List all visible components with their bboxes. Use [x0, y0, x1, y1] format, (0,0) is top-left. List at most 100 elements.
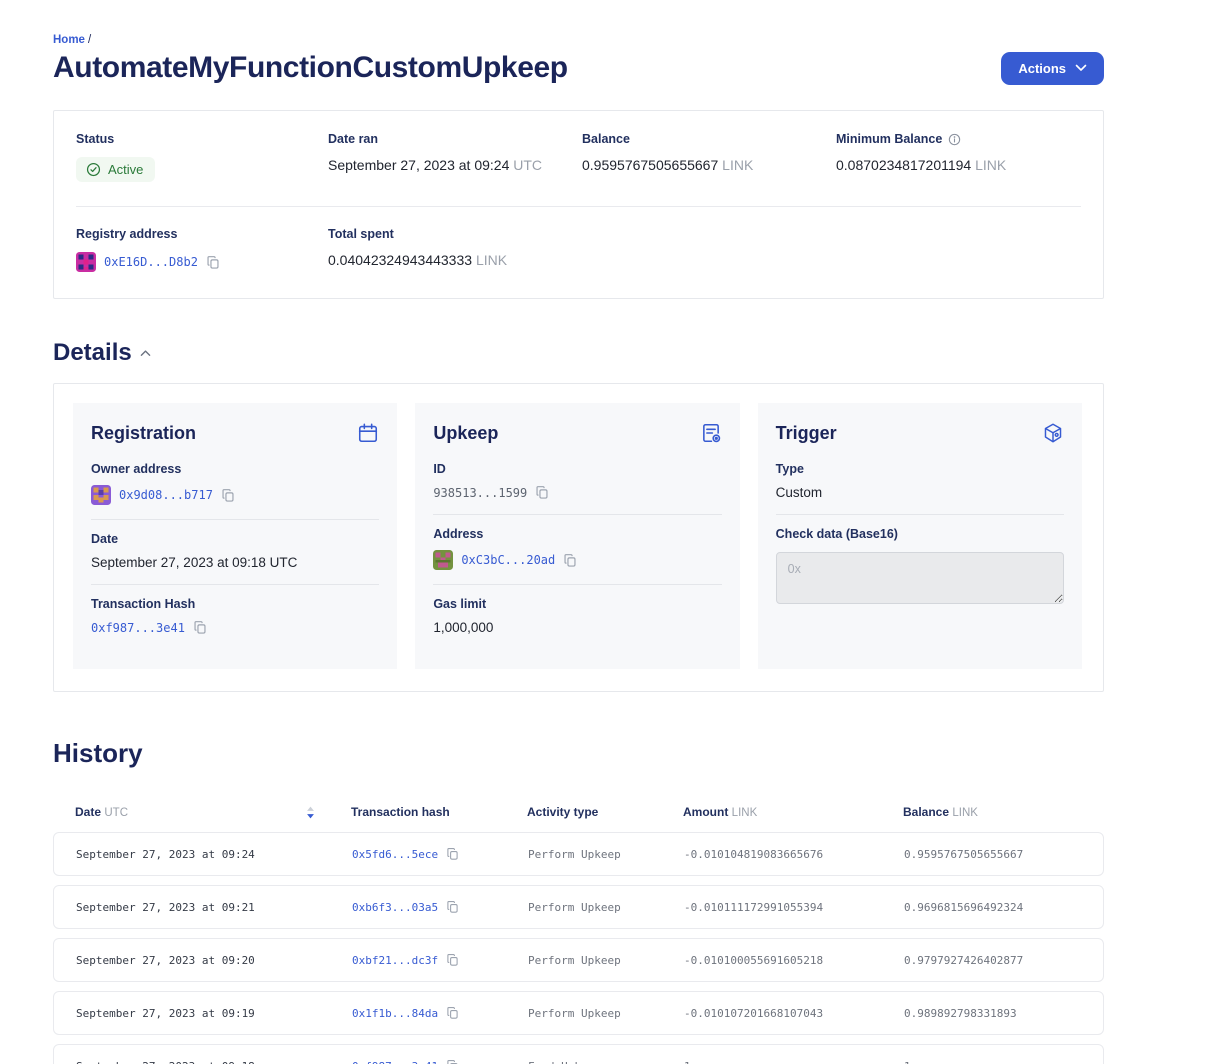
upkeep-address-identicon [433, 550, 453, 570]
transaction-hash-label: Transaction Hash [91, 597, 379, 611]
table-row: September 27, 2023 at 09:190x1f1b...84da… [53, 991, 1104, 1035]
collapse-caret-icon[interactable] [140, 349, 151, 357]
col-activity-label: Activity type [527, 805, 683, 819]
col-date-label: Date [75, 805, 101, 819]
breadcrumb-home-link[interactable]: Home [53, 34, 85, 46]
upkeep-id-label: ID [433, 462, 721, 476]
registration-date-value: September 27, 2023 at 09:18 UTC [91, 555, 379, 570]
registration-date-label: Date [91, 532, 379, 546]
row-tx-hash-link[interactable]: 0x1f1b...84da [352, 1007, 438, 1020]
copy-icon[interactable] [535, 485, 549, 500]
history-heading: History [53, 738, 1104, 769]
details-heading: Details [53, 339, 132, 367]
row-activity-type: Perform Upkeep [528, 1007, 684, 1020]
trigger-type-label: Type [776, 462, 1064, 476]
copy-icon[interactable] [221, 488, 235, 503]
row-date: September 27, 2023 at 09:21 [76, 901, 352, 914]
actions-button[interactable]: Actions [1001, 52, 1104, 85]
registration-tx-link[interactable]: 0xf987...3e41 [91, 621, 185, 635]
copy-icon[interactable] [446, 953, 459, 967]
breadcrumb: Home/ [53, 34, 1104, 46]
check-circle-icon [86, 162, 101, 177]
owner-address-link[interactable]: 0x9d08...b717 [119, 488, 213, 502]
copy-icon[interactable] [446, 900, 459, 914]
row-amount: -0.010104819083665676 [684, 848, 904, 861]
registry-address-link[interactable]: 0xE16D...D8b2 [104, 255, 198, 269]
row-date: September 27, 2023 at 09:20 [76, 954, 352, 967]
upkeep-id-value: 938513...1599 [433, 486, 527, 500]
upkeep-title: Upkeep [433, 423, 498, 444]
total-spent-value: 0.04042324943443333 [328, 252, 472, 268]
date-ran-block: Date ran September 27, 2023 at 09:24 UTC [328, 132, 582, 182]
date-ran-value: September 27, 2023 at 09:24 [328, 157, 509, 173]
details-panel: Registration Owner address 0x9d08...b717 [53, 383, 1104, 692]
date-ran-timezone: UTC [513, 157, 542, 173]
row-amount: 1 [684, 1060, 904, 1064]
owner-identicon [91, 485, 111, 505]
balance-label: Balance [582, 132, 836, 146]
col-balance-label: Balance [903, 805, 949, 819]
total-spent-label: Total spent [328, 227, 1103, 241]
min-balance-value: 0.0870234817201194 [836, 157, 971, 173]
check-data-label: Check data (Base16) [776, 527, 1064, 541]
balance-value: 0.9595767505655667 [582, 157, 718, 173]
row-balance: 0.9696815696492324 [904, 901, 1103, 914]
total-spent-block: Total spent 0.04042324943443333 LINK [328, 227, 1103, 272]
row-activity-type: Fund Upkeep [528, 1060, 684, 1064]
status-badge-text: Active [108, 162, 143, 177]
status-label: Status [76, 132, 328, 146]
row-activity-type: Perform Upkeep [528, 954, 684, 967]
table-row: September 27, 2023 at 09:240x5fd6...5ece… [53, 832, 1104, 876]
row-date: September 27, 2023 at 09:24 [76, 848, 352, 861]
upkeep-address-link[interactable]: 0xC3bC...20ad [461, 553, 555, 567]
page-title: AutomateMyFunctionCustomUpkeep [53, 51, 568, 85]
col-tx-hash-label: Transaction hash [351, 805, 527, 819]
row-activity-type: Perform Upkeep [528, 848, 684, 861]
row-balance: 0.989892798331893 [904, 1007, 1103, 1020]
copy-icon[interactable] [446, 847, 459, 861]
col-balance-suffix: LINK [952, 807, 978, 819]
cube-icon [1042, 422, 1064, 444]
copy-icon[interactable] [446, 1059, 459, 1064]
row-date: September 27, 2023 at 09:19 [76, 1007, 352, 1020]
col-date-suffix: UTC [104, 807, 128, 819]
page-content: Home/ AutomateMyFunctionCustomUpkeep Act… [53, 0, 1104, 1064]
row-balance: 0.9797927426402877 [904, 954, 1103, 967]
copy-icon[interactable] [563, 553, 577, 568]
status-block: Status Active [76, 132, 328, 182]
col-amount-suffix: LINK [732, 807, 758, 819]
history-table-body: September 27, 2023 at 09:240x5fd6...5ece… [53, 832, 1104, 1064]
chevron-down-icon [1075, 64, 1087, 72]
row-tx-hash-link[interactable]: 0xb6f3...03a5 [352, 901, 438, 914]
trigger-type-value: Custom [776, 485, 1064, 500]
row-tx-hash-link[interactable]: 0x5fd6...5ece [352, 848, 438, 861]
copy-icon[interactable] [446, 1006, 459, 1020]
date-ran-label: Date ran [328, 132, 582, 146]
breadcrumb-separator: / [88, 34, 91, 46]
registry-identicon [76, 252, 96, 272]
balance-unit: LINK [722, 157, 753, 173]
owner-address-label: Owner address [91, 462, 379, 476]
upkeep-summary-card: Status Active Date ran September 27, 202… [53, 110, 1104, 299]
table-row: September 27, 2023 at 09:210xb6f3...03a5… [53, 885, 1104, 929]
min-balance-block: Minimum Balance 0.0870234817201194 LINK [836, 132, 1103, 182]
row-date: September 27, 2023 at 09:18 [76, 1060, 352, 1064]
col-amount-label: Amount [683, 805, 728, 819]
row-amount: -0.010107201668107043 [684, 1007, 904, 1020]
registry-address-label: Registry address [76, 227, 328, 241]
total-spent-unit: LINK [476, 252, 507, 268]
row-tx-hash-link[interactable]: 0xbf21...dc3f [352, 954, 438, 967]
status-badge: Active [76, 157, 155, 182]
check-data-input[interactable] [776, 552, 1064, 604]
registration-title: Registration [91, 423, 196, 444]
calendar-icon [357, 422, 379, 444]
min-balance-unit: LINK [975, 157, 1006, 173]
info-icon[interactable] [948, 133, 961, 146]
copy-icon[interactable] [206, 255, 220, 270]
copy-icon[interactable] [193, 620, 207, 635]
sort-icon[interactable] [306, 806, 315, 819]
registry-address-block: Registry address 0xE16D...D8b2 [76, 227, 328, 272]
trigger-card: Trigger Type Custom Check data (Base16) [758, 403, 1082, 669]
row-amount: -0.010100055691605218 [684, 954, 904, 967]
row-tx-hash-link[interactable]: 0xf987...3e41 [352, 1060, 438, 1064]
